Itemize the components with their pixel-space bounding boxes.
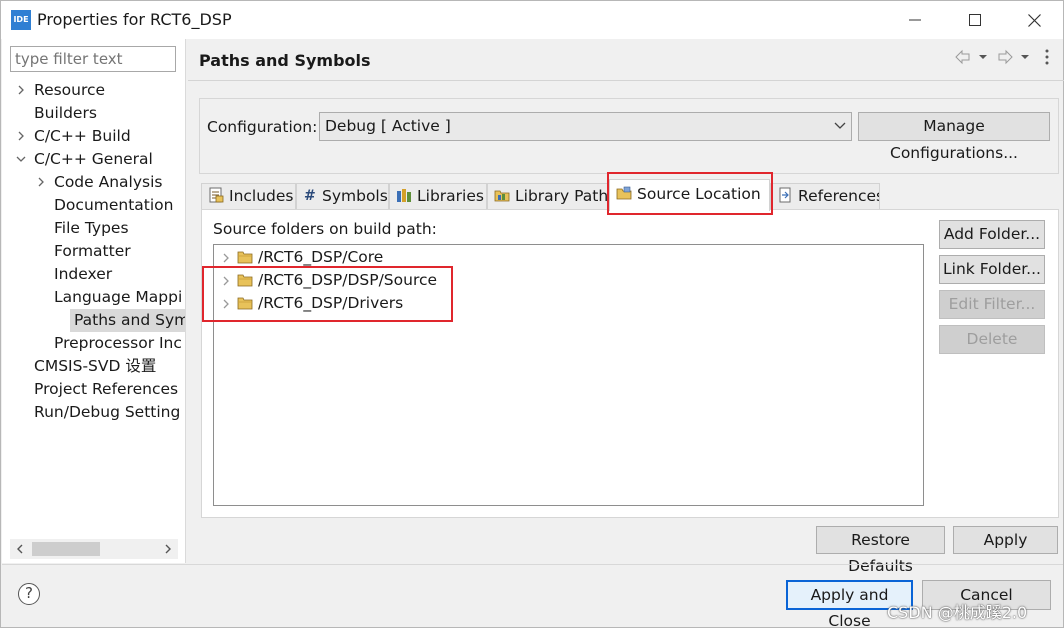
folder-icon (237, 251, 253, 264)
source-folders-highlight (202, 266, 453, 322)
manage-configurations-button[interactable]: Manage Configurations... (858, 112, 1050, 162)
tree-item[interactable]: CMSIS-SVD 设置 (2, 355, 185, 378)
scroll-left-icon[interactable] (10, 539, 30, 559)
library-paths-icon (494, 190, 510, 202)
close-icon (1027, 13, 1041, 27)
tree-item[interactable]: Documentation (2, 194, 185, 217)
tree-item-label: Documentation (54, 196, 174, 214)
configuration-select[interactable]: Debug [ Active ] (319, 112, 852, 141)
restore-defaults-button[interactable]: Restore Defaults (816, 526, 945, 575)
window-title: Properties for RCT6_DSP (37, 10, 232, 29)
source-location-highlight (607, 172, 773, 215)
maximize-button[interactable] (945, 1, 1005, 39)
chevron-right-icon[interactable] (223, 253, 229, 263)
tree-item-label: Preprocessor Inc (54, 334, 182, 352)
scroll-right-icon[interactable] (158, 539, 178, 559)
tree-item-label: Run/Debug Setting (34, 403, 181, 421)
configuration-label: Configuration: (207, 118, 318, 136)
hash-icon: # (304, 188, 316, 203)
minimize-icon (909, 19, 921, 21)
tree-item-label: C/C++ Build (34, 127, 131, 145)
tab-symbols[interactable]: # Symbols (296, 183, 389, 209)
title-bar: IDE Properties for RCT6_DSP (1, 1, 1063, 39)
tree-item[interactable]: Preprocessor Inc (2, 332, 185, 355)
minimize-button[interactable] (885, 1, 945, 39)
tree-item[interactable]: C/C++ General (2, 148, 185, 171)
tree-horizontal-scrollbar[interactable] (10, 539, 178, 559)
tree-item-label: C/C++ General (34, 150, 153, 168)
tab-libraries-label: Libraries (417, 187, 484, 205)
tab-references-label: References (798, 187, 880, 205)
help-icon[interactable]: ? (18, 583, 40, 605)
tree-item[interactable]: Resource (2, 79, 185, 102)
includes-icon (209, 187, 224, 203)
tree-item[interactable]: File Types (2, 217, 185, 240)
tree-item-label: Builders (34, 104, 97, 122)
libraries-icon (397, 189, 411, 202)
tree-item[interactable]: C/C++ Build (2, 125, 185, 148)
tab-includes[interactable]: Includes (201, 183, 296, 209)
tree-item-label: Project References (34, 380, 179, 398)
filter-input[interactable] (10, 46, 176, 72)
properties-dialog: IDE Properties for RCT6_DSP Resource Buil… (0, 0, 1064, 628)
history-navigation (951, 47, 1061, 67)
chevron-right-icon[interactable] (36, 177, 46, 187)
configuration-value: Debug [ Active ] (325, 117, 451, 135)
references-icon (779, 187, 791, 203)
tree-item-label: Paths and Symbo (74, 311, 185, 329)
ide-app-icon: IDE (11, 10, 31, 30)
tab-includes-label: Includes (229, 187, 294, 205)
tab-library-paths-label: Library Paths (515, 187, 609, 205)
tree-item[interactable]: Builders (2, 102, 185, 125)
tree-item-label: Language Mappi (54, 288, 183, 306)
tree-item-label: File Types (54, 219, 129, 237)
footer-separator (2, 564, 1063, 565)
tree-item-label: Resource (34, 81, 106, 99)
property-pages-tree: Resource Builders C/C++ Build C/C++ General… (2, 77, 185, 537)
svg-text:#: # (304, 188, 316, 203)
page-title: Paths and Symbols (199, 51, 371, 70)
maximize-icon (969, 14, 981, 26)
source-folders-label: Source folders on build path: (213, 220, 437, 238)
tree-item[interactable]: Paths and Symbo (70, 309, 185, 332)
tree-item[interactable]: Run/Debug Setting (2, 401, 185, 424)
tree-item[interactable]: Project References (2, 378, 185, 401)
forward-dropdown-icon[interactable] (1021, 55, 1029, 59)
tree-item-label: Indexer (54, 265, 113, 283)
chevron-right-icon[interactable] (16, 85, 26, 95)
tree-item[interactable]: Indexer (2, 263, 185, 286)
tab-library-paths[interactable]: Library Paths (487, 183, 609, 209)
back-arrow-icon[interactable] (955, 49, 970, 65)
scroll-thumb[interactable] (32, 542, 100, 556)
tab-symbols-label: Symbols (322, 187, 388, 205)
edit-filter-button[interactable]: Edit Filter... (939, 290, 1045, 319)
tab-references[interactable]: References (770, 183, 880, 209)
chevron-down-icon[interactable] (16, 154, 26, 164)
apply-button[interactable]: Apply (953, 526, 1058, 554)
back-dropdown-icon[interactable] (979, 55, 987, 59)
heading-separator (188, 80, 1064, 81)
add-folder-button[interactable]: Add Folder... (939, 220, 1045, 249)
chevron-right-icon[interactable] (16, 131, 26, 141)
tree-item-label: CMSIS-SVD 设置 (34, 357, 157, 375)
tree-item[interactable]: Formatter (2, 240, 185, 263)
view-menu-icon[interactable] (1045, 49, 1049, 65)
link-folder-button[interactable]: Link Folder... (939, 255, 1045, 284)
watermark: CSDN @桃成蹊2.0 (887, 603, 1028, 622)
tree-item-label: Code Analysis (54, 173, 163, 191)
tree-item-label: Formatter (54, 242, 131, 260)
tab-libraries[interactable]: Libraries (389, 183, 487, 209)
tree-item[interactable]: Code Analysis (2, 171, 185, 194)
forward-arrow-icon[interactable] (998, 49, 1013, 65)
tree-item[interactable]: Language Mappi (2, 286, 185, 309)
close-button[interactable] (1004, 1, 1064, 39)
delete-button[interactable]: Delete (939, 325, 1045, 354)
chevron-down-icon (834, 122, 846, 129)
property-pages-pane: Resource Builders C/C++ Build C/C++ General… (2, 39, 186, 563)
